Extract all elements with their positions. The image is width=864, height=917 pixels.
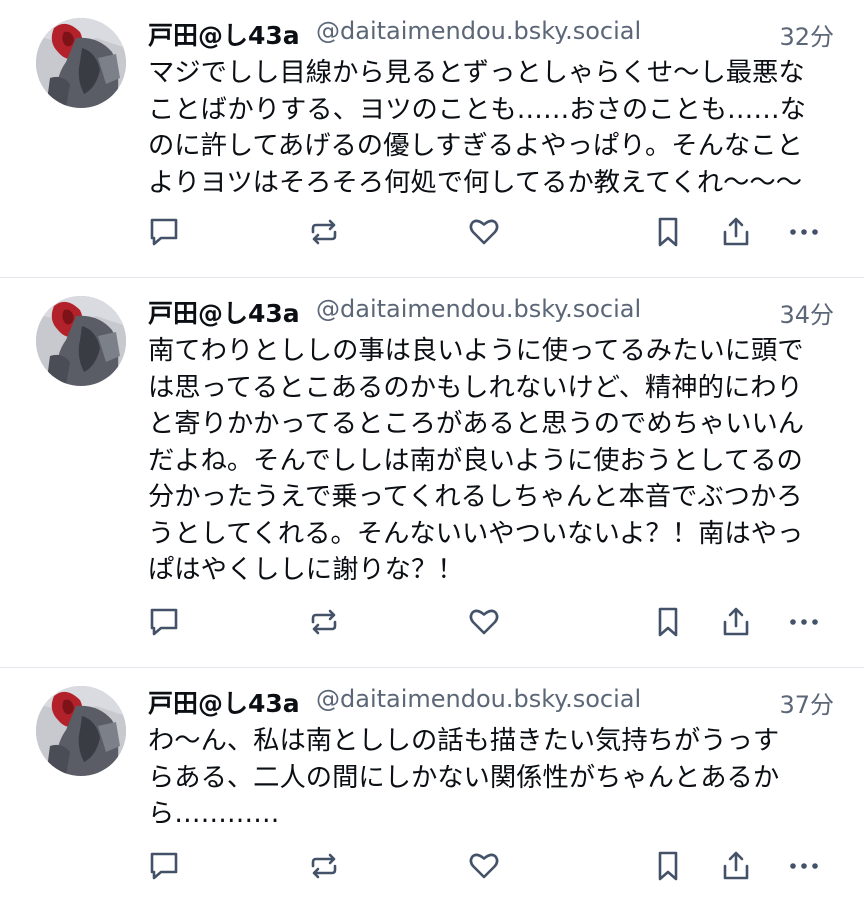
user-handle[interactable]: @daitaimendou.bsky.social <box>316 17 641 45</box>
bookmark-button[interactable] <box>648 846 688 886</box>
reply-button[interactable] <box>144 846 184 886</box>
reply-button[interactable] <box>144 212 184 252</box>
repost-arrows-icon <box>311 853 337 879</box>
bookmark-button[interactable] <box>648 212 688 252</box>
heart-icon <box>469 853 499 879</box>
bookmark-icon <box>658 607 678 637</box>
post-text: マジでしし目線から見るとずっとしゃらくせ〜し最悪な ことばかりする、ヨツのことも… <box>148 58 806 198</box>
post-item[interactable]: 戸田@し43a @daitaimendou.bsky.social 37分 わ〜… <box>0 668 864 917</box>
post-header: 戸田@し43a @daitaimendou.bsky.social 32分 <box>148 14 834 54</box>
reply-button[interactable] <box>144 602 184 642</box>
user-handle[interactable]: @daitaimendou.bsky.social <box>316 685 641 713</box>
repost-arrows-icon <box>311 219 337 245</box>
speech-bubble-icon <box>150 608 178 636</box>
share-upload-icon <box>723 851 749 880</box>
like-button[interactable] <box>464 846 504 886</box>
post-item[interactable]: 戸田@し43a @daitaimendou.bsky.social 34分 南て… <box>0 278 864 668</box>
like-button[interactable] <box>464 602 504 642</box>
user-handle[interactable]: @daitaimendou.bsky.social <box>316 295 641 323</box>
post-actions <box>148 602 838 642</box>
share-button[interactable] <box>716 212 756 252</box>
avatar[interactable] <box>36 686 126 776</box>
repost-button[interactable] <box>304 212 344 252</box>
share-button[interactable] <box>716 602 756 642</box>
post-feed: 戸田@し43a @daitaimendou.bsky.social 32分 マジ… <box>0 0 864 917</box>
more-options-button[interactable] <box>784 846 824 886</box>
post-header: 戸田@し43a @daitaimendou.bsky.social 34分 <box>148 292 834 332</box>
share-upload-icon <box>723 607 749 636</box>
post-actions <box>148 846 838 886</box>
post-header: 戸田@し43a @daitaimendou.bsky.social 37分 <box>148 682 834 722</box>
bookmark-icon <box>658 851 678 881</box>
speech-bubble-icon <box>150 852 178 880</box>
post-timestamp[interactable]: 37分 <box>779 685 834 720</box>
repost-button[interactable] <box>304 602 344 642</box>
post-item[interactable]: 戸田@し43a @daitaimendou.bsky.social 32分 マジ… <box>0 0 864 278</box>
share-upload-icon <box>723 217 749 246</box>
more-dots-icon <box>790 619 818 625</box>
post-actions <box>148 212 838 252</box>
speech-bubble-icon <box>150 218 178 246</box>
more-dots-icon <box>790 863 818 869</box>
display-name[interactable]: 戸田@し43a <box>148 294 300 330</box>
like-button[interactable] <box>464 212 504 252</box>
post-text: わ〜ん、私は南とししの話も描きたい気持ちがうっす らある、二人の間にしかない関係… <box>148 726 780 829</box>
avatar[interactable] <box>36 18 126 108</box>
avatar[interactable] <box>36 296 126 386</box>
repost-arrows-icon <box>311 609 337 635</box>
heart-icon <box>469 219 499 245</box>
bookmark-icon <box>658 217 678 247</box>
share-button[interactable] <box>716 846 756 886</box>
heart-icon <box>469 609 499 635</box>
more-options-button[interactable] <box>784 602 824 642</box>
display-name[interactable]: 戸田@し43a <box>148 16 300 52</box>
repost-button[interactable] <box>304 846 344 886</box>
post-timestamp[interactable]: 32分 <box>779 17 834 52</box>
more-dots-icon <box>790 229 818 235</box>
display-name[interactable]: 戸田@し43a <box>148 684 300 720</box>
more-options-button[interactable] <box>784 212 824 252</box>
post-timestamp[interactable]: 34分 <box>779 295 834 330</box>
post-text: 南てわりとししの事は良いように使ってるみたいに頭で は思ってるとこあるのかもしれ… <box>148 336 805 585</box>
bookmark-button[interactable] <box>648 602 688 642</box>
